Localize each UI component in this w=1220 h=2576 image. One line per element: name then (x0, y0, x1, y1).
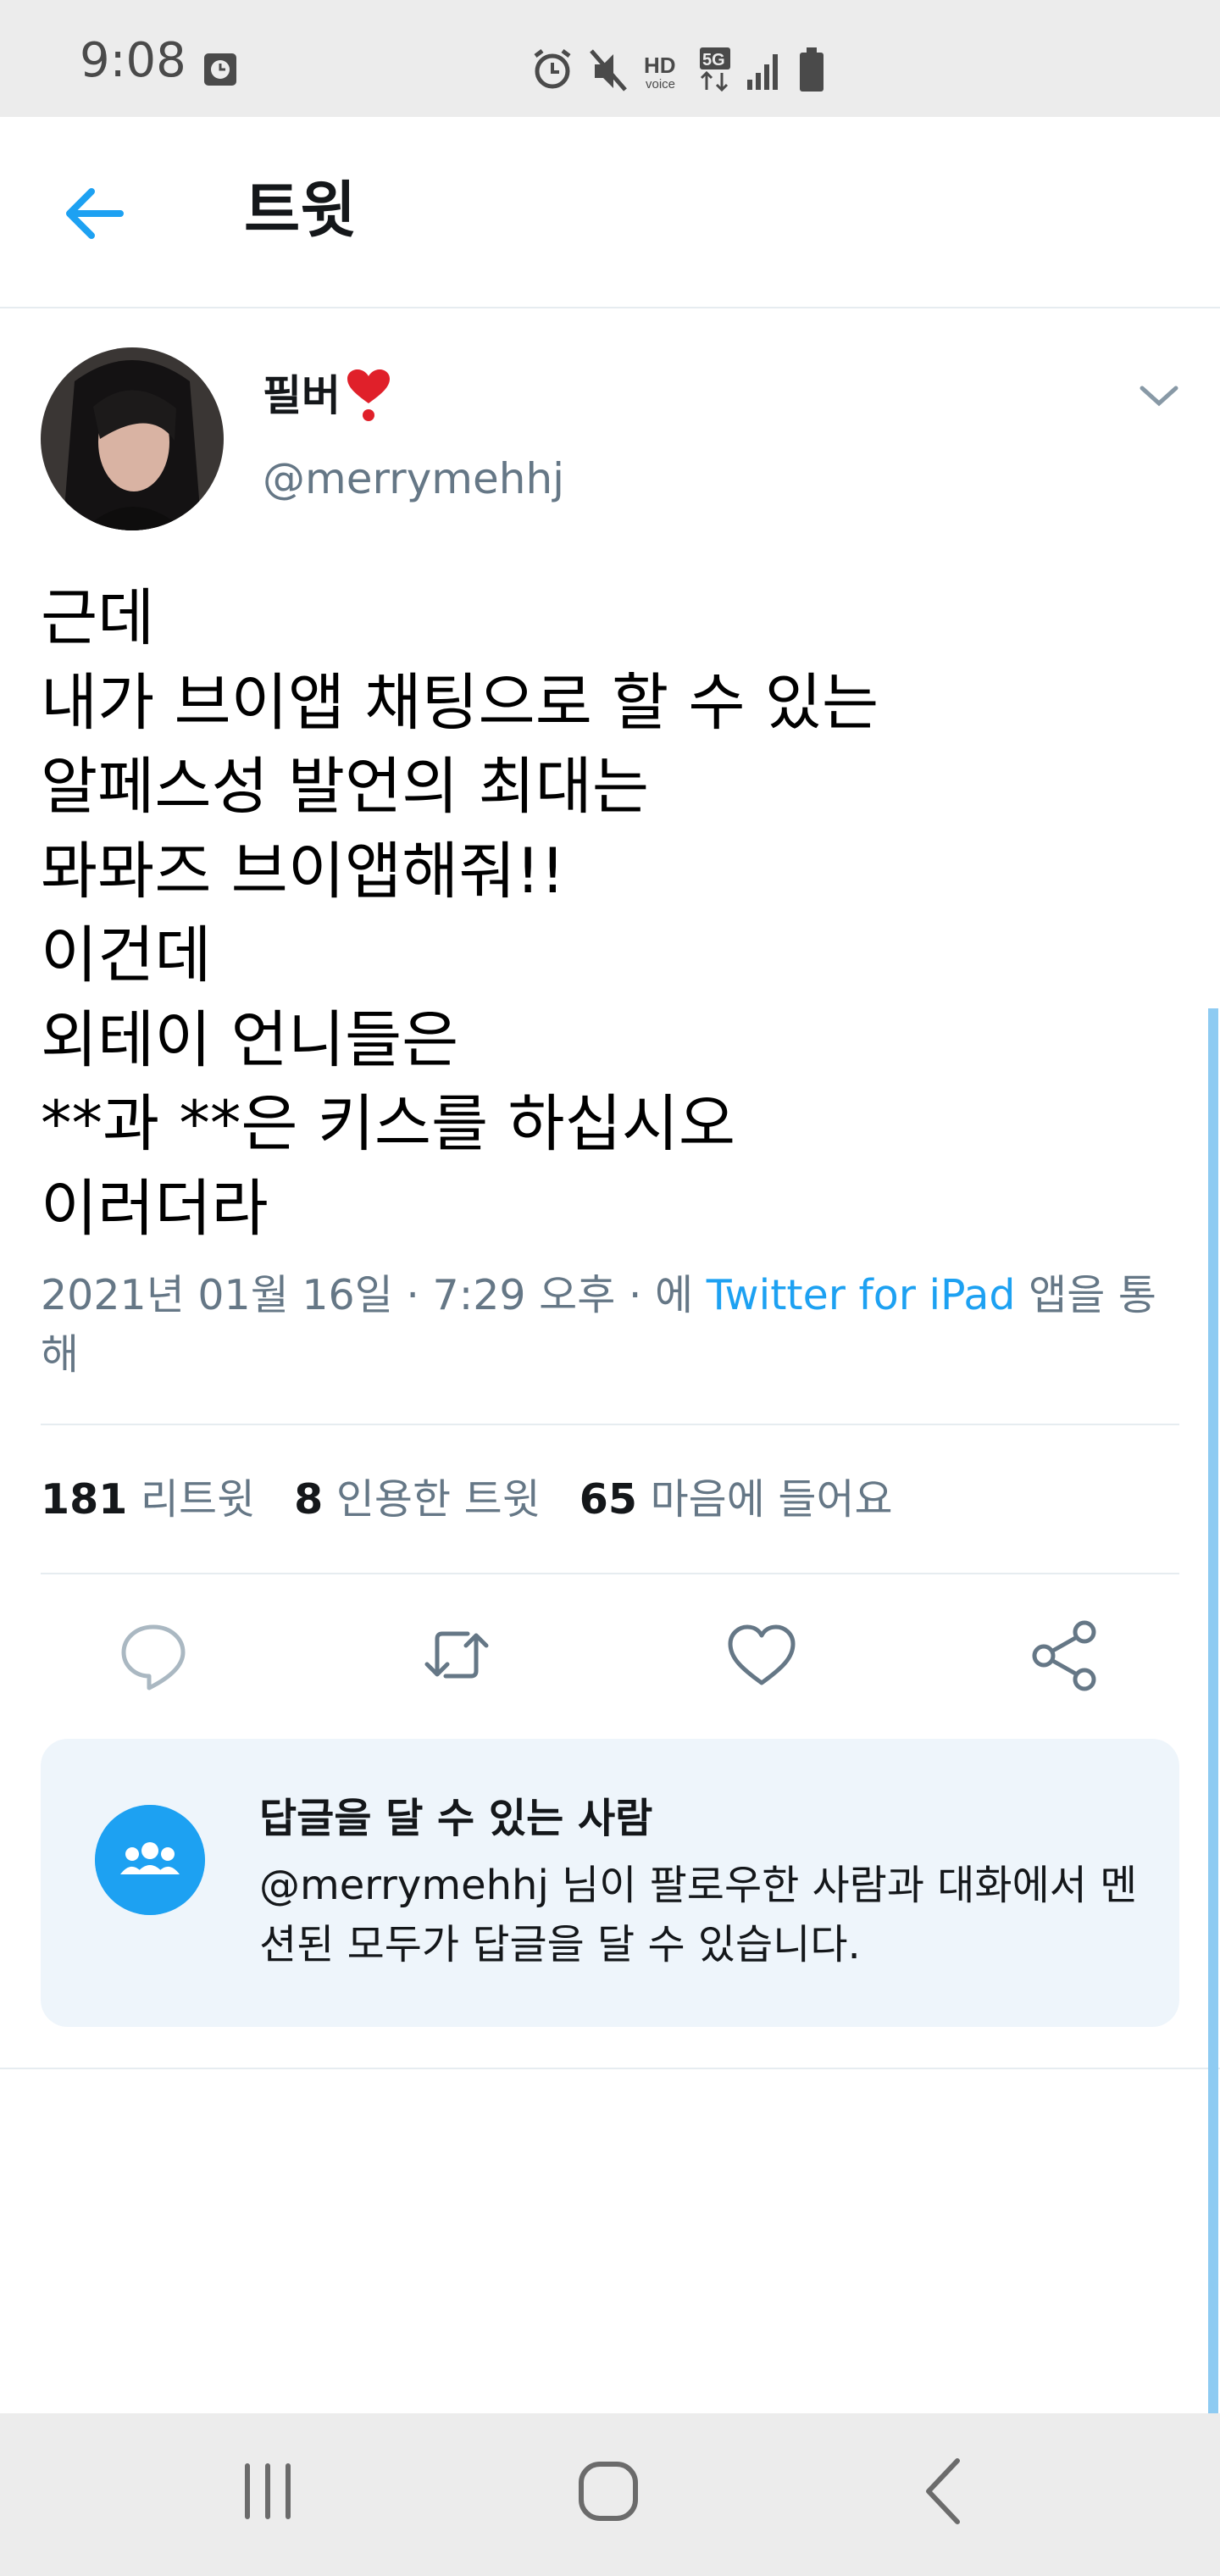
status-time: 9:08 (80, 33, 186, 88)
tweet-text: 근데 내가 브이앱 채팅으로 할 수 있는 알페스성 발언의 최대는 뫄뫄즈 브… (41, 576, 1142, 1251)
svg-text:5G: 5G (702, 51, 725, 69)
author-name: 필버 (263, 371, 341, 420)
tweet-line: 이러더라 (41, 1172, 269, 1245)
chevron-down-icon[interactable] (1135, 373, 1183, 420)
signal-icon (747, 54, 778, 90)
tweet-line: **과 **은 키스를 하십시오 (41, 1088, 736, 1160)
tweet-line: 알페스성 발언의 최대는 (41, 751, 650, 823)
scrollbar[interactable] (1208, 1008, 1218, 2415)
likes-count: 65 (579, 1475, 637, 1524)
tweet-timestamp: 2021년 01월 16일 · 7:29 오후 · 에 Twitter for … (41, 1266, 1167, 1385)
divider (41, 1424, 1179, 1425)
divider (41, 1573, 1179, 1574)
reply-card-body: @merrymehhj 님이 팔로우한 사람과 대화에서 멘션된 모두가 답글을… (259, 1862, 1138, 1968)
people-icon (95, 1805, 205, 1915)
tweet-line: 근데 (41, 582, 155, 654)
heart-exclamation-icon (347, 369, 390, 421)
page-title: 트윗 (244, 175, 357, 246)
divider (0, 2068, 1220, 2069)
tweet-line: 이건데 (41, 919, 212, 991)
retweets-label: 리트윗 (140, 1475, 256, 1524)
back-icon[interactable] (895, 2440, 996, 2542)
quotes-stat[interactable]: 8 인용한 트윗 (294, 1475, 541, 1524)
tweet-stats: 181 리트윗 8 인용한 트윗 65 마음에 들어요 (41, 1474, 893, 1525)
status-icons: HD voice 5G (534, 47, 824, 92)
likes-stat[interactable]: 65 마음에 들어요 (580, 1475, 893, 1524)
quotes-label: 인용한 트윗 (336, 1475, 541, 1524)
home-icon[interactable] (557, 2440, 659, 2542)
retweets-count: 181 (41, 1475, 128, 1524)
share-icon[interactable] (1029, 1617, 1105, 1693)
clock-icon (204, 53, 236, 86)
tweet-line: 외테이 언니들은 (41, 1003, 459, 1076)
tweet-line: 뫄뫄즈 브이앱해줘!! (41, 835, 566, 908)
author-handle[interactable]: @merrymehhj (263, 453, 564, 504)
retweets-stat[interactable]: 181 리트윗 (41, 1475, 255, 1524)
likes-label: 마음에 들어요 (650, 1475, 893, 1524)
source-link[interactable]: Twitter for iPad (707, 1271, 1016, 1319)
avatar[interactable] (41, 347, 224, 530)
alarm-icon (534, 49, 571, 89)
quotes-count: 8 (294, 1475, 324, 1524)
svg-text:voice: voice (646, 77, 675, 92)
retweet-icon[interactable] (419, 1617, 495, 1693)
battery-icon (800, 47, 824, 92)
svg-text:HD: HD (644, 53, 676, 78)
like-icon[interactable] (724, 1617, 800, 1693)
hd-voice-icon: HD voice (644, 53, 676, 92)
top-app-bar (0, 117, 1220, 308)
reply-icon[interactable] (115, 1617, 191, 1693)
timestamp-text: 2021년 01월 16일 · 7:29 오후 · 에 (41, 1271, 707, 1319)
5g-icon: 5G (700, 47, 730, 92)
reply-card-title: 답글을 달 수 있는 사람 (259, 1795, 653, 1842)
recent-apps-icon[interactable] (217, 2440, 319, 2542)
tweet-line: 내가 브이앱 채팅으로 할 수 있는 (41, 666, 879, 739)
author-name-row: 필버 (263, 369, 391, 422)
mute-icon (590, 49, 627, 92)
arrow-left-icon[interactable] (61, 180, 129, 247)
